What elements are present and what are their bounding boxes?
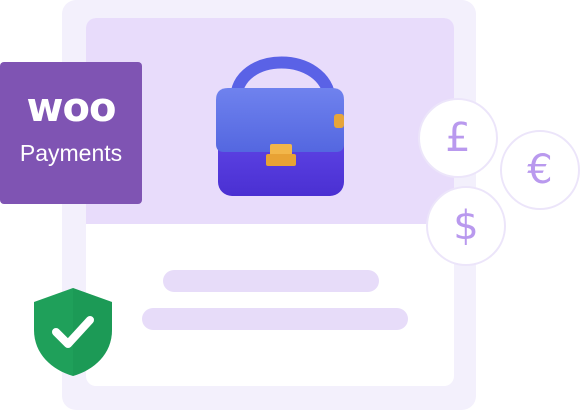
pound-icon: £ <box>418 98 498 178</box>
dollar-icon: $ <box>426 186 506 266</box>
payments-illustration: woo Payments £ € $ <box>0 0 584 410</box>
coin-symbol: $ <box>453 203 479 249</box>
handbag-icon <box>216 56 344 196</box>
woopayments-logo: woo Payments <box>0 62 142 204</box>
euro-icon: € <box>500 130 580 210</box>
placeholder-line <box>163 270 379 292</box>
shield-check-icon <box>34 288 112 376</box>
placeholder-line <box>142 308 408 330</box>
coin-symbol: € <box>527 147 553 193</box>
coin-symbol: £ <box>445 115 471 161</box>
logo-brand: woo <box>26 85 117 131</box>
logo-product: Payments <box>19 140 123 166</box>
